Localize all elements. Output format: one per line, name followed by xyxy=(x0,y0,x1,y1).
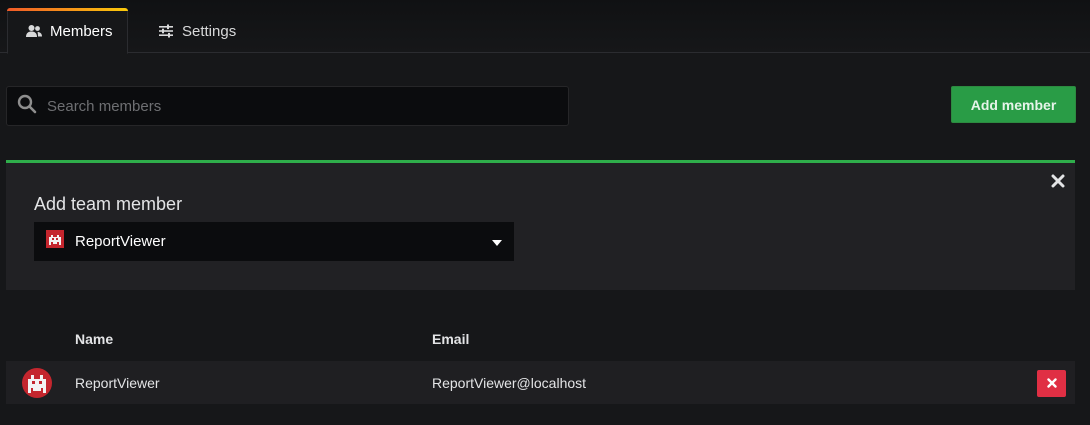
user-avatar xyxy=(22,368,52,403)
member-name: ReportViewer xyxy=(75,375,160,391)
search-input[interactable] xyxy=(47,97,547,115)
tab-members[interactable]: Members xyxy=(7,8,128,54)
search-box xyxy=(6,86,569,126)
tab-settings-label: Settings xyxy=(182,22,237,40)
column-header-name: Name xyxy=(75,331,114,347)
tab-members-label: Members xyxy=(50,22,113,40)
member-email: ReportViewer@localhost xyxy=(432,375,587,391)
tab-bar: Members Settings xyxy=(0,0,1090,54)
remove-member-button[interactable] xyxy=(1037,370,1066,397)
add-team-member-panel: Add team member ReportViewer xyxy=(6,160,1075,290)
close-icon xyxy=(1046,376,1057,391)
add-member-button[interactable]: Add member xyxy=(951,86,1076,123)
column-header-email: Email xyxy=(432,331,470,347)
user-avatar-icon xyxy=(46,230,64,253)
search-icon xyxy=(17,94,37,119)
table-row: ReportViewer ReportViewer@localhost xyxy=(6,361,1075,404)
sliders-icon xyxy=(158,24,174,38)
user-picker-select[interactable]: ReportViewer xyxy=(34,222,514,261)
close-icon[interactable] xyxy=(1051,174,1065,188)
users-icon xyxy=(26,24,42,38)
selected-user: ReportViewer xyxy=(75,233,166,250)
panel-title: Add team member xyxy=(34,194,183,214)
tab-settings[interactable]: Settings xyxy=(140,8,254,54)
caret-down-icon xyxy=(492,233,502,251)
